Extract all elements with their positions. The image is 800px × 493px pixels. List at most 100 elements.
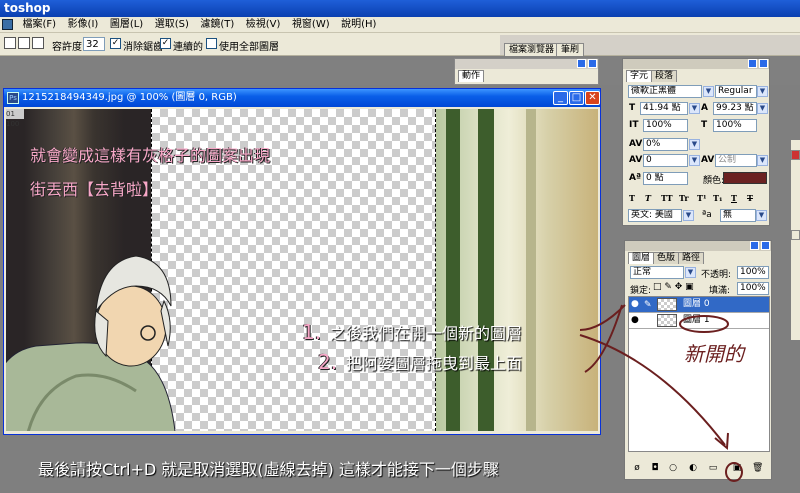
lock-label: 鎖定:	[630, 286, 652, 296]
adjustment-layer-icon[interactable]: ◐	[688, 463, 698, 473]
minimize-button[interactable]: _	[553, 91, 568, 105]
layer-name: 圖層 1	[683, 315, 710, 325]
faux-italic-button[interactable]: T	[645, 193, 651, 203]
layer-row-1[interactable]: ● 圖層 1	[629, 313, 769, 329]
menu-view[interactable]: 檢視(V)	[242, 17, 285, 33]
layer-row-0[interactable]: ● ✎ 圖層 0	[629, 297, 769, 313]
chevron-down-icon[interactable]: ▼	[756, 210, 767, 221]
baseline-shift-input[interactable]: 0 點	[643, 172, 688, 185]
font-family-select[interactable]: 微軟正黑體	[628, 85, 702, 98]
font-style-select[interactable]: Regular	[715, 85, 757, 98]
add-mask-icon[interactable]: ○	[668, 463, 678, 473]
contiguous-checkbox[interactable]: ✓	[160, 38, 171, 49]
eye-icon[interactable]: ●	[631, 315, 642, 326]
minimize-icon[interactable]	[577, 59, 586, 68]
chevron-down-icon[interactable]: ▼	[683, 210, 694, 221]
maximize-button[interactable]: □	[569, 91, 584, 105]
tab-layers[interactable]: 圖層	[628, 252, 655, 264]
font-size-input[interactable]: 41.94 點	[640, 102, 688, 115]
chevron-down-icon[interactable]: ▼	[689, 155, 700, 166]
sample-all-label: 使用全部圖層	[219, 42, 279, 53]
layer-thumbnail	[657, 298, 677, 311]
horizontal-scale-icon: T	[701, 120, 708, 130]
opacity-input[interactable]: 100%	[737, 266, 769, 279]
selection-add-icon[interactable]	[18, 37, 30, 49]
chevron-down-icon[interactable]: ▼	[703, 86, 714, 97]
tab-character[interactable]: 字元	[626, 70, 653, 82]
menu-image[interactable]: 影像(I)	[64, 17, 103, 33]
minimize-icon[interactable]	[750, 241, 759, 250]
fill-input[interactable]: 100%	[737, 282, 769, 295]
add-style-icon[interactable]: ◘	[650, 463, 660, 473]
palette-tab[interactable]	[791, 230, 800, 240]
eye-icon[interactable]: ●	[631, 299, 642, 310]
menu-help[interactable]: 說明(H)	[337, 17, 380, 33]
chevron-down-icon[interactable]: ▼	[757, 155, 768, 166]
close-icon[interactable]	[588, 59, 597, 68]
photo-right-area	[436, 109, 598, 431]
all-caps-button[interactable]: TT	[661, 193, 673, 203]
brush-icon[interactable]: ✎	[644, 298, 652, 313]
document-title-bar[interactable]: Ps 1215218494349.jpg @ 100% (圖層 0, RGB) …	[4, 89, 600, 107]
vertical-scale-input[interactable]: 100%	[643, 119, 688, 132]
leading-icon: A	[701, 103, 708, 113]
kerning-input[interactable]: 0	[643, 154, 688, 167]
antialias-select[interactable]: 無	[720, 209, 756, 222]
underline-button[interactable]: T	[731, 193, 737, 203]
color-label: 顏色:	[703, 176, 725, 186]
menu-select[interactable]: 選取(S)	[151, 17, 193, 33]
horizontal-scale-input[interactable]: 100%	[713, 119, 757, 132]
blend-mode-select[interactable]: 正常	[630, 266, 684, 279]
tab-actions[interactable]: 動作	[458, 70, 485, 82]
tab-paths[interactable]: 路徑	[678, 252, 705, 264]
antialias-checkbox[interactable]: ✓	[110, 38, 121, 49]
sample-all-checkbox[interactable]	[206, 38, 217, 49]
palette-tab[interactable]	[791, 150, 800, 160]
tolerance-label: 容許度:	[52, 42, 86, 53]
trash-icon[interactable]: 🗑	[752, 463, 763, 473]
language-select[interactable]: 英文: 美國	[628, 209, 682, 222]
chevron-down-icon[interactable]: ▼	[689, 139, 700, 150]
photo-stripe	[478, 109, 494, 431]
app-title: toshop	[4, 1, 51, 15]
selection-new-icon[interactable]	[4, 37, 16, 49]
strikethrough-button[interactable]: T	[747, 193, 753, 203]
tab-file-browser[interactable]: 檔案瀏覽器	[504, 43, 560, 56]
chevron-down-icon[interactable]: ▼	[757, 103, 768, 114]
faux-bold-button[interactable]: T	[629, 193, 635, 203]
antialias-icon: ªa	[702, 210, 712, 220]
baseline-shift-icon: Aª	[629, 173, 642, 183]
tab-paragraph[interactable]: 段落	[651, 70, 678, 82]
kerning-mode-select[interactable]: 公制	[715, 154, 757, 167]
action-panel: 動作	[454, 58, 599, 85]
tab-channels[interactable]: 色版	[653, 252, 680, 264]
chevron-down-icon[interactable]: ▼	[757, 86, 768, 97]
caption-line-2: 街丟西【去背啦】	[30, 180, 159, 199]
lock-icons[interactable]: □ ✎ ✥ ▣	[653, 282, 694, 292]
text-color-swatch[interactable]	[723, 172, 767, 184]
new-group-icon[interactable]: ▭	[708, 463, 718, 473]
tracking-input[interactable]: 0%	[643, 138, 688, 151]
tab-brushes[interactable]: 筆刷	[556, 43, 585, 56]
new-layer-icon[interactable]: ▣	[732, 463, 742, 473]
app-icon[interactable]	[2, 19, 13, 30]
close-icon[interactable]	[759, 59, 768, 68]
chevron-down-icon[interactable]: ▼	[689, 103, 700, 114]
minimize-icon[interactable]	[748, 59, 757, 68]
menu-file[interactable]: 檔案(F)	[19, 17, 61, 33]
leading-input[interactable]: 99.23 點	[713, 102, 757, 115]
chevron-down-icon[interactable]: ▼	[685, 267, 696, 278]
tolerance-input[interactable]	[83, 37, 105, 51]
app-title-bar: toshop	[0, 0, 800, 17]
menu-filter[interactable]: 濾鏡(T)	[196, 17, 238, 33]
selection-subtract-icon[interactable]	[32, 37, 44, 49]
close-icon[interactable]	[761, 241, 770, 250]
menu-layer[interactable]: 圖層(L)	[106, 17, 147, 33]
menu-window[interactable]: 視窗(W)	[288, 17, 334, 33]
close-button[interactable]: ✕	[585, 91, 600, 105]
small-caps-button[interactable]: Tr	[679, 193, 689, 203]
superscript-button[interactable]: T¹	[697, 193, 706, 203]
vertical-scale-icon: IT	[629, 120, 639, 130]
link-layers-icon[interactable]: ø	[632, 463, 642, 473]
subscript-button[interactable]: T₁	[713, 193, 722, 203]
